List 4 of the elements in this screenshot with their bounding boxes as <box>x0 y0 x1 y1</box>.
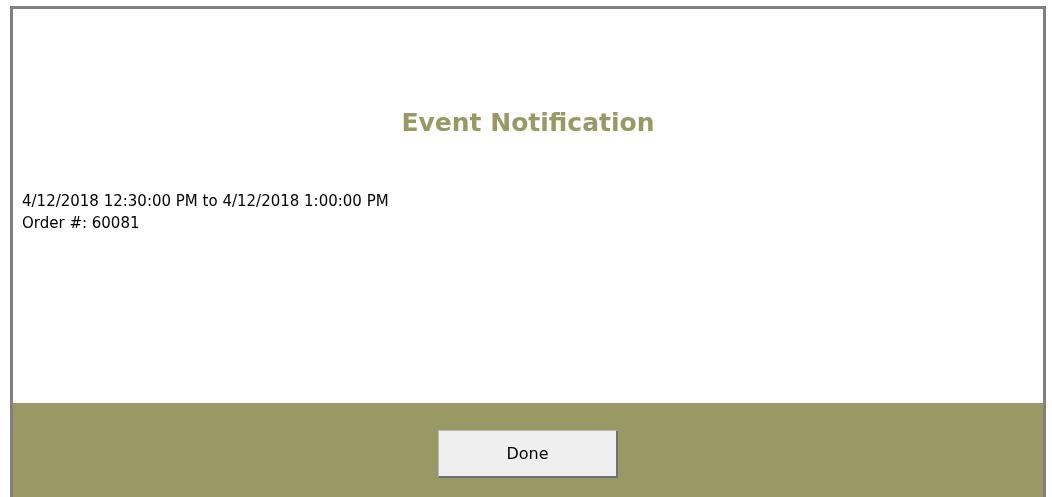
done-button[interactable]: Done <box>438 430 618 478</box>
message-line: Order #: 60081 <box>22 213 141 234</box>
message-line: 4/12/2018 12:30:00 PM to 4/12/2018 1:00:00 PM <box>22 191 390 212</box>
dialog-title: Event Notification <box>400 107 656 139</box>
